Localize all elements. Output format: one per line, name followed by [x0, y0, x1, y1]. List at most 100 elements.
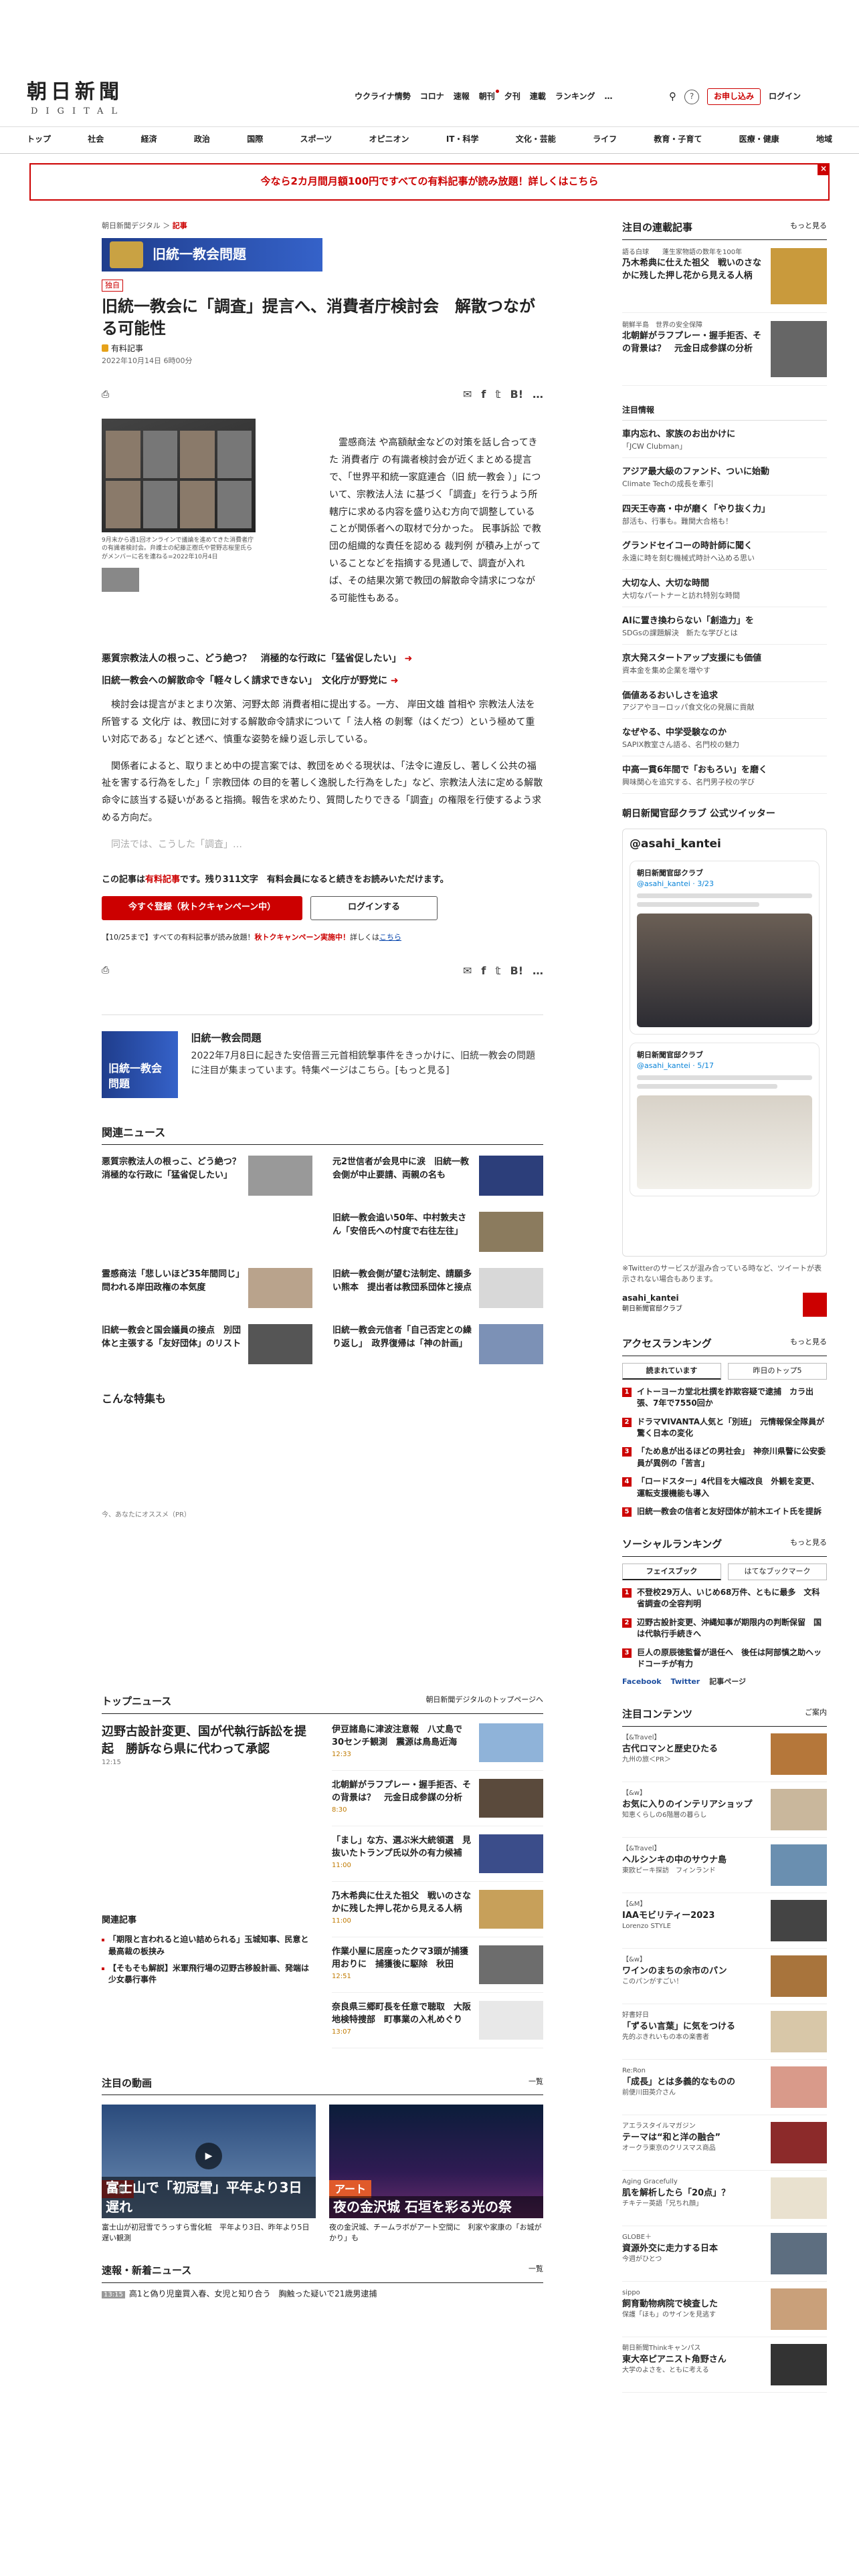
close-icon[interactable]: × [818, 163, 830, 175]
content-item[interactable]: 【&Travel】 古代ロマンと歴史ひたる 九州の旅＜PR＞ [622, 1733, 827, 1783]
nav-item[interactable]: 朝刊 [479, 89, 499, 102]
top-page-link[interactable]: 朝日新聞デジタルのトップページへ [425, 1695, 543, 1709]
article-page-link[interactable]: 記事ページ [709, 1677, 746, 1687]
nav-more[interactable]: … [604, 91, 612, 102]
hatena-bookmark-icon[interactable]: B! [510, 387, 524, 402]
category-item[interactable]: オピニオン [369, 134, 409, 145]
breaking-more-link[interactable]: 一覧 [529, 2264, 543, 2278]
info-item[interactable]: AIに置き換わらない「創造力」を SDGsの課題解決 新たな学びとは [622, 615, 827, 645]
content-item[interactable]: 好書好日 「ずるい言葉」に気をつける 先的ぶきれいもの本の楽書者 [622, 2011, 827, 2060]
category-item[interactable]: IT・科学 [446, 134, 479, 145]
twitter-icon[interactable]: 𝕥 [495, 387, 500, 402]
info-item[interactable]: なぜやる、中学受験なのか SAPIX教室さん語る、名門校の魅力 [622, 727, 827, 757]
content-item[interactable]: 朝日新聞Thinkキャンパス 東大卒ピアニスト角野さん 大学のよさを、ともに考える [622, 2344, 827, 2393]
top-news-related-item[interactable]: 【そもそも解説】米軍飛行場の辺野古移設計画、発端は少女暴行事件 [102, 1963, 316, 1986]
article-photo[interactable] [102, 418, 256, 532]
breadcrumb-category[interactable]: 記事 [173, 221, 187, 230]
info-item[interactable]: 大切な人、大切な時間 大切なパートナーと訪れ特別な時間 [622, 578, 827, 608]
content-item[interactable]: アエラスタイルマガジン テーマは“和と洋の融合” オークラ東京のクリスマス商品 [622, 2122, 827, 2171]
mail-icon[interactable]: ✉ [463, 963, 472, 978]
video-thumbnail[interactable]: ▶ 気象 富士山で「初冠雪」平年より3日遅れ [102, 2105, 316, 2219]
content-item[interactable]: sippo 飼育動物病院で検査した 保護「ほも」のサインを見逃す [622, 2288, 827, 2338]
category-item[interactable]: スポーツ [300, 134, 332, 145]
social-ranking-item[interactable]: 1 不登校29万人、いじめ68万件、ともに最多 文科省調査の全容判明 [622, 1587, 827, 1610]
twitter-icon[interactable]: 𝕥 [495, 963, 500, 978]
content-item[interactable]: 【&w】 ワインのまちの余市のパン このパンがすごい！ [622, 1955, 827, 2005]
category-item[interactable]: 社会 [88, 134, 104, 145]
ranking-item[interactable]: 5 旧統一教会の信者と友好団体が前木エイト氏を提訴 [622, 1506, 827, 1517]
print-icon[interactable]: ⎙ [102, 388, 109, 401]
ranking-more-link[interactable]: もっと見る [790, 1337, 827, 1352]
topic-banner[interactable]: 旧統一教会問題 [102, 237, 322, 272]
promo-banner[interactable]: 今なら2カ月間月額100円ですべての有料記事が読み放題！詳しくはこちら × [29, 163, 830, 201]
nav-item[interactable]: コロナ [420, 91, 444, 102]
site-logo[interactable]: 朝日新聞 DIGITAL [27, 78, 125, 118]
social-ranking-item[interactable]: 3 巨人の原辰徳監督が退任へ 後任は阿部慎之助ヘッドコーチが有力 [622, 1647, 827, 1671]
content-item[interactable]: Re:Ron 「成長」とは多義的なものの 前便川田英介さん [622, 2066, 827, 2116]
twitter-account[interactable]: asahi_kantei 朝日新聞官邸クラブ [622, 1293, 827, 1317]
tweet-photo[interactable] [637, 913, 812, 1027]
top-news-related-item[interactable]: 「期限と言われると迫い詰められる」玉城知事、民意と最高裁の板挟み [102, 1934, 316, 1957]
related-news-item[interactable]: 元2世信者が会見中に涙 旧統一教会側が中止要請、両親の名も [332, 1156, 543, 1196]
content-item[interactable]: GLOBE＋ 資源外交に走力する日本 今週がひとつ [622, 2233, 827, 2282]
nav-item[interactable]: 夕刊 [504, 91, 520, 102]
nav-item[interactable]: ランキング [555, 91, 595, 102]
tweet-photo[interactable] [637, 1095, 812, 1189]
serial-item[interactable]: 語る白球 蓬生家物語の数年を100年 乃木希典に仕えた祖父 戦いのさなかに残した押… [622, 247, 827, 313]
facebook-icon[interactable]: f [481, 387, 486, 402]
related-link[interactable]: 悪質宗教法人の根っこ、どう絶つ？ 消極的な行政に「猛省促したい」 [102, 652, 543, 665]
top-news-item[interactable]: 伊豆諸島に津波注意報 八丈島で30センチ観測 震源は鳥島近海 12:33 [332, 1723, 543, 1771]
feature-title[interactable]: 旧統一教会問題 [191, 1031, 543, 1046]
related-news-item[interactable]: 旧統一教会側が望む法制定、請願多い熊本 提出者は教団系団体と接点 [332, 1268, 543, 1309]
info-item[interactable]: 車内忘れ、家族のお出かけに 「JCW Clubman」 [622, 429, 827, 458]
more-icon[interactable]: … [533, 387, 543, 402]
info-item[interactable]: グランドセイコーの時計師に聞く 永遠に時を刻む機械式時計へ込める思い [622, 540, 827, 570]
subscribe-button[interactable]: お申し込み [707, 88, 761, 106]
content-guide-link[interactable]: ご案内 [805, 1707, 827, 1722]
nav-item[interactable]: ウクライナ情勢 [355, 91, 411, 102]
info-item[interactable]: 価値あるおいしさを追求 アジアやヨーロッパ食文化の発展に貢献 [622, 690, 827, 720]
play-icon[interactable]: ▶ [195, 2142, 222, 2169]
campaign-link[interactable]: こちら [379, 933, 401, 942]
ranking-item[interactable]: 3 「ため息が出るほどの男社会」 神奈川県警に公安委員が異例の「苦言」 [622, 1446, 827, 1469]
tab-yesterday-top5[interactable]: 昨日のトップ5 [728, 1362, 827, 1380]
tab-facebook[interactable]: フェイスブック [622, 1564, 721, 1581]
social-ranking-item[interactable]: 2 辺野古設計変更、沖縄知事が期限内の判断保留 国は代執行手続きへ [622, 1617, 827, 1640]
category-item[interactable]: 医療・健康 [739, 134, 779, 145]
mail-icon[interactable]: ✉ [463, 387, 472, 402]
breadcrumb-site[interactable]: 朝日新聞デジタル [102, 221, 161, 230]
content-item[interactable]: 【&w】 お気に入りのインテリアショップ 知恵くらしの6階層の暮らし [622, 1789, 827, 1838]
category-item[interactable]: トップ [27, 134, 51, 145]
info-item[interactable]: 中高一貫6年間で「おもろい」を磨く 興味関心を追究する、名門男子校の学び [622, 764, 827, 794]
video-card[interactable]: ▶ 気象 富士山で「初冠雪」平年より3日遅れ 富士山が初冠雪でうっすら雪化粧 平… [102, 2105, 316, 2244]
category-item[interactable]: 国際 [247, 134, 263, 145]
print-icon[interactable]: ⎙ [102, 964, 109, 977]
serial-item[interactable]: 朝鮮半島 世界の安全保障 北朝鮮がラフプレー・握手拒否、その背景は？ 元金日成参謀… [622, 320, 827, 386]
related-news-item[interactable]: 旧統一教会元信者「自己否定との繰り返し」 政界復帰は「神の計画」 [332, 1324, 543, 1365]
top-news-item[interactable]: 乃木希典に仕えた祖父 戦いのさなかに残した押し花から見える人柄 11:00 [332, 1889, 543, 1937]
top-news-main-headline[interactable]: 辺野古設計変更、国が代執行訴訟を提起 勝訴なら県に代わって承認 [102, 1723, 316, 1758]
ranking-item[interactable]: 4 「ロードスター」4代目を大幅改良 外観を変更、運転支援機能も導入 [622, 1476, 827, 1499]
twitter-embed[interactable]: @asahi_kantei 朝日新聞官邸クラブ @asahi_kantei · 3… [622, 829, 827, 1257]
hatena-bookmark-icon[interactable]: B! [510, 963, 524, 978]
register-button[interactable]: 今すぐ登録（秋トクキャンペーン中） [102, 895, 302, 920]
video-more-link[interactable]: 一覧 [529, 2076, 543, 2091]
related-news-item[interactable]: 旧統一教会と国会議員の接点 別団体と主張する「友好団体」のリスト [102, 1324, 312, 1365]
breaking-item[interactable]: 13:15 高1と偽り児童買入春、女児と知り合う 胸触った疑いで21歳男逮捕 [102, 2288, 543, 2300]
related-news-item[interactable]: 旧統一教会追い50年、中村敦夫さん「安倍氏への忖度で右往左往」 [332, 1212, 543, 1253]
tweet-card[interactable]: 朝日新聞官邸クラブ @asahi_kantei · 3/23 [630, 860, 820, 1035]
category-item[interactable]: 地域 [816, 134, 832, 145]
ranking-item[interactable]: 1 イトーヨーカ堂北杜撰を詐欺容疑で逮捕 カラ出張、7年で7550回か [622, 1386, 827, 1410]
related-news-item[interactable]: 霊感商法「悲しいほど35年間同じ」 問われる岸田政権の本気度 [102, 1268, 312, 1309]
facebook-icon[interactable]: f [481, 963, 486, 978]
nav-item[interactable]: 速報 [454, 91, 470, 102]
ranking-item[interactable]: 2 ドラマVIVANTA人気と「別班」 元情報保全隊員が驚く日本の変化 [622, 1416, 827, 1440]
info-item[interactable]: 京大発スタートアップ支援にも価値 資本金を集め企業を増やす [622, 653, 827, 682]
content-item[interactable]: 【&Travel】 ヘルシンキの中のサウナ島 東欧ピーキ探訪 フィンランド [622, 1844, 827, 1894]
top-news-item[interactable]: 「まし」な方、選ぶ米大統領選 見抜いたトランプ氏以外の有力候補 11:00 [332, 1834, 543, 1882]
tab-most-read[interactable]: 読まれています [622, 1362, 721, 1380]
video-thumbnail[interactable]: アート 夜の金沢城 石垣を彩る光の祭 [329, 2105, 543, 2219]
category-item[interactable]: ライフ [593, 134, 617, 145]
social-ranking-more-link[interactable]: もっと見る [790, 1537, 827, 1552]
login-link[interactable]: ログイン [769, 91, 801, 102]
